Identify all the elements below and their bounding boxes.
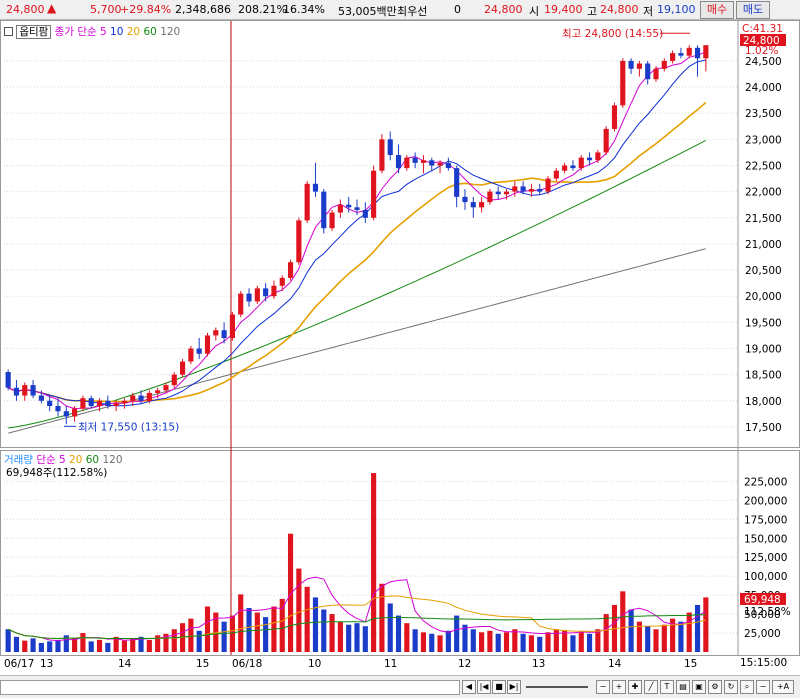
volume-chart-panel[interactable]	[0, 450, 800, 656]
trade-volume: 2,348,686	[175, 3, 231, 16]
price-change-pct: +29.84%	[120, 3, 172, 16]
ma-period-5: 5	[100, 26, 107, 38]
stop-icon[interactable]: ■	[492, 680, 506, 694]
line-tool-icon[interactable]: ╱	[644, 680, 658, 694]
x-label-15: 15	[196, 658, 210, 670]
buy-button[interactable]: 매수	[700, 1, 734, 19]
print-icon[interactable]: ▤	[676, 680, 690, 694]
settings-box-icon[interactable]	[4, 27, 13, 36]
time-label: 15:15:00	[740, 657, 788, 669]
scroll-last-icon[interactable]: ▶|	[507, 680, 521, 694]
x-label-13b: 13	[532, 658, 546, 670]
zoom-slider[interactable]	[526, 686, 588, 688]
trade-value: 53,005백만	[338, 5, 397, 18]
settings-icon[interactable]: ⚙	[708, 680, 722, 694]
low-label: 저	[643, 5, 654, 18]
x-label-15b: 15	[684, 658, 698, 670]
x-label-10: 10	[308, 658, 322, 670]
up-arrow-icon: ▲	[47, 1, 57, 15]
priority-value: 0	[454, 3, 461, 16]
x-label-0617: 06/17	[4, 658, 35, 670]
chart-scrollbar[interactable]	[0, 680, 460, 695]
save-icon[interactable]: ▣	[692, 680, 706, 694]
open-label: 시	[529, 5, 540, 18]
font-size-icon[interactable]: +A	[772, 680, 794, 694]
low-price: 19,100	[657, 3, 696, 16]
price-legend: 옵티팜 종가 단순 5 10 20 60 120	[4, 24, 180, 39]
chart-toolbar: ◀ |◀ ■ ▶| − + ✚ ╱ T ▤ ▣ ⚙ ↻ ⌕ − +A	[0, 675, 800, 698]
volume-summary: 69,948주(112.58%)	[6, 467, 108, 479]
stock-name[interactable]: 옵티팜	[16, 25, 52, 39]
current-price: 24,800	[6, 3, 45, 16]
text-tool-icon[interactable]: T	[660, 680, 674, 694]
ma-period-20: 20	[126, 26, 141, 38]
x-label-14: 14	[118, 658, 132, 670]
price-change: 5,700	[90, 3, 122, 16]
priority-label: 최우선	[397, 5, 428, 18]
high-price: 24,800	[600, 3, 639, 16]
zoom-in-icon[interactable]: +	[612, 680, 626, 694]
x-label-14b: 14	[608, 658, 622, 670]
x-label-12: 12	[458, 658, 472, 670]
scroll-first-icon[interactable]: |◀	[477, 680, 491, 694]
volume-ratio: 208.21%	[238, 3, 287, 16]
price-chart-panel[interactable]	[0, 20, 800, 448]
ma-period-120: 120	[160, 26, 181, 38]
quote-header: 24,800 ▲ 5,700 +29.84% 2,348,686 208.21%…	[0, 0, 800, 20]
ma-period-10: 10	[110, 26, 124, 38]
x-axis: 06/17 13 14 15 06/18 10 11 12 13 14 15	[0, 655, 738, 673]
x-label-11: 11	[384, 658, 398, 670]
open-price: 19,400	[544, 3, 583, 16]
ma-period-60: 60	[143, 26, 157, 38]
x-label-0618: 06/18	[232, 658, 263, 670]
search-icon[interactable]: ⌕	[740, 680, 754, 694]
refresh-icon[interactable]: ↻	[724, 680, 738, 694]
crosshair-icon[interactable]: ✚	[628, 680, 642, 694]
x-label-13: 13	[40, 658, 54, 670]
minus-icon[interactable]: −	[756, 680, 770, 694]
ask-price: 24,800	[484, 3, 523, 16]
ma-indicator-name[interactable]: 종가 단순	[55, 26, 97, 38]
turnover-pct: 16.34%	[283, 3, 325, 16]
scroll-left-icon[interactable]: ◀	[462, 680, 476, 694]
high-label: 고	[587, 5, 598, 18]
zoom-out-icon[interactable]: −	[596, 680, 610, 694]
sell-button[interactable]: 매도	[736, 1, 770, 19]
